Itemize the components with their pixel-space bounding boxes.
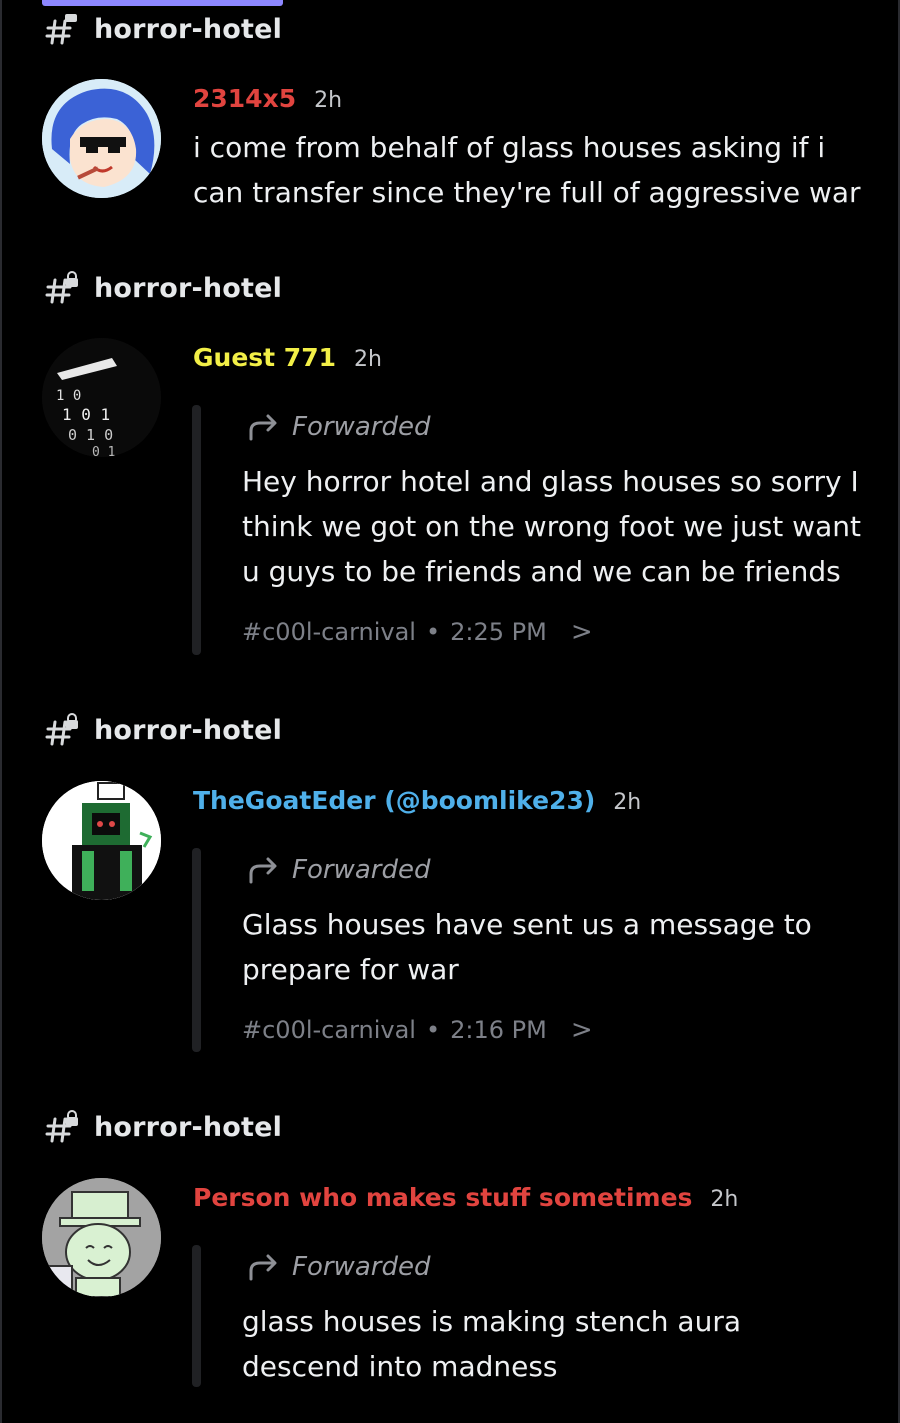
channel-name: horror-hotel xyxy=(94,1111,283,1143)
binary-figure-avatar-icon: 1 0 1 0 1 0 1 0 0 1 xyxy=(42,338,161,457)
channel-header[interactable]: horror-hotel xyxy=(44,711,282,749)
source-time: 2:16 PM xyxy=(450,1016,547,1044)
forwarded-text: Forwarded xyxy=(292,1252,431,1282)
message-header: 2314x5 2h xyxy=(193,84,342,113)
message-header: Person who makes stuff sometimes 2h xyxy=(193,1183,738,1212)
channel-header[interactable]: horror-hotel xyxy=(44,10,282,48)
message-text: i come from behalf of glass houses askin… xyxy=(193,131,861,209)
forwarded-message[interactable]: Forwarded Hey horror hotel and glass hou… xyxy=(192,405,882,655)
selected-tab-indicator xyxy=(42,0,283,6)
source-channel[interactable]: #c00l-carnival xyxy=(242,1016,416,1044)
source-time: 2:25 PM xyxy=(450,618,547,646)
forwarded-message[interactable]: Forwarded glass houses is making stench … xyxy=(192,1245,882,1387)
source-channel[interactable]: #c00l-carnival xyxy=(242,618,416,646)
svg-text:1 0: 1 0 xyxy=(56,388,81,404)
anime-girl-avatar-icon xyxy=(42,79,161,198)
chevron-right-icon[interactable]: > xyxy=(571,617,593,647)
hashtag-lock-icon xyxy=(45,1110,78,1143)
forwarded-label: Forwarded xyxy=(246,854,430,886)
channel-name: horror-hotel xyxy=(94,13,283,45)
forward-bar xyxy=(192,1245,201,1387)
forwarded-message[interactable]: Forwarded Glass houses have sent us a me… xyxy=(192,848,882,1052)
channel-header[interactable]: horror-hotel xyxy=(44,269,282,307)
avatar[interactable] xyxy=(42,781,161,900)
channel-name: horror-hotel xyxy=(94,714,283,746)
forwarded-label: Forwarded xyxy=(246,411,430,443)
forwarded-text: Forwarded xyxy=(292,855,431,885)
forwarded-label: Forwarded xyxy=(246,1251,430,1283)
svg-text:0 1 0: 0 1 0 xyxy=(68,426,113,444)
forward-source[interactable]: #c00l-carnival • 2:16 PM > xyxy=(242,1015,593,1045)
window-left-border xyxy=(0,0,2,1423)
channel-header[interactable]: horror-hotel xyxy=(44,1108,282,1146)
hashtag-icon xyxy=(45,14,77,45)
forwarded-body: Hey horror hotel and glass houses so sor… xyxy=(242,465,861,588)
timestamp: 2h xyxy=(613,790,642,815)
avatar[interactable]: 1 0 1 0 1 0 1 0 0 1 xyxy=(42,338,161,457)
chevron-right-icon[interactable]: > xyxy=(571,1015,593,1045)
forwarded-text: Forwarded xyxy=(292,412,431,442)
hashtag-lock-icon xyxy=(45,271,78,304)
forward-arrow-icon xyxy=(249,414,277,441)
timestamp: 2h xyxy=(354,347,382,372)
separator-dot: • xyxy=(425,1016,441,1044)
timestamp: 2h xyxy=(710,1187,739,1212)
author-name[interactable]: Person who makes stuff sometimes xyxy=(193,1183,692,1212)
author-name[interactable]: 2314x5 xyxy=(193,84,296,113)
forward-bar xyxy=(192,405,201,655)
forwarded-body: glass houses is making stench aura desce… xyxy=(242,1305,741,1383)
timestamp: 2h xyxy=(314,88,343,113)
channel-name: horror-hotel xyxy=(94,272,283,304)
forward-source[interactable]: #c00l-carnival • 2:25 PM > xyxy=(242,617,593,647)
hashtag-lock-icon xyxy=(45,713,78,746)
avatar[interactable] xyxy=(42,1178,161,1297)
forward-arrow-icon xyxy=(249,1254,277,1281)
green-robot-avatar-icon xyxy=(42,781,161,900)
message-header: Guest 771 2h xyxy=(193,343,382,372)
svg-text:0 1: 0 1 xyxy=(92,445,115,457)
message-header: TheGoatEder (@boomlike23) 2h xyxy=(193,786,641,815)
forward-bar xyxy=(192,848,201,1052)
author-name[interactable]: TheGoatEder (@boomlike23) xyxy=(193,786,595,815)
forwarded-body: Glass houses have sent us a message to p… xyxy=(242,908,812,986)
forward-arrow-icon xyxy=(249,857,277,884)
svg-text:1 0 1: 1 0 1 xyxy=(62,405,110,424)
hat-character-avatar-icon xyxy=(42,1178,161,1297)
avatar[interactable] xyxy=(42,79,161,198)
author-name[interactable]: Guest 771 xyxy=(193,343,336,372)
separator-dot: • xyxy=(425,618,441,646)
